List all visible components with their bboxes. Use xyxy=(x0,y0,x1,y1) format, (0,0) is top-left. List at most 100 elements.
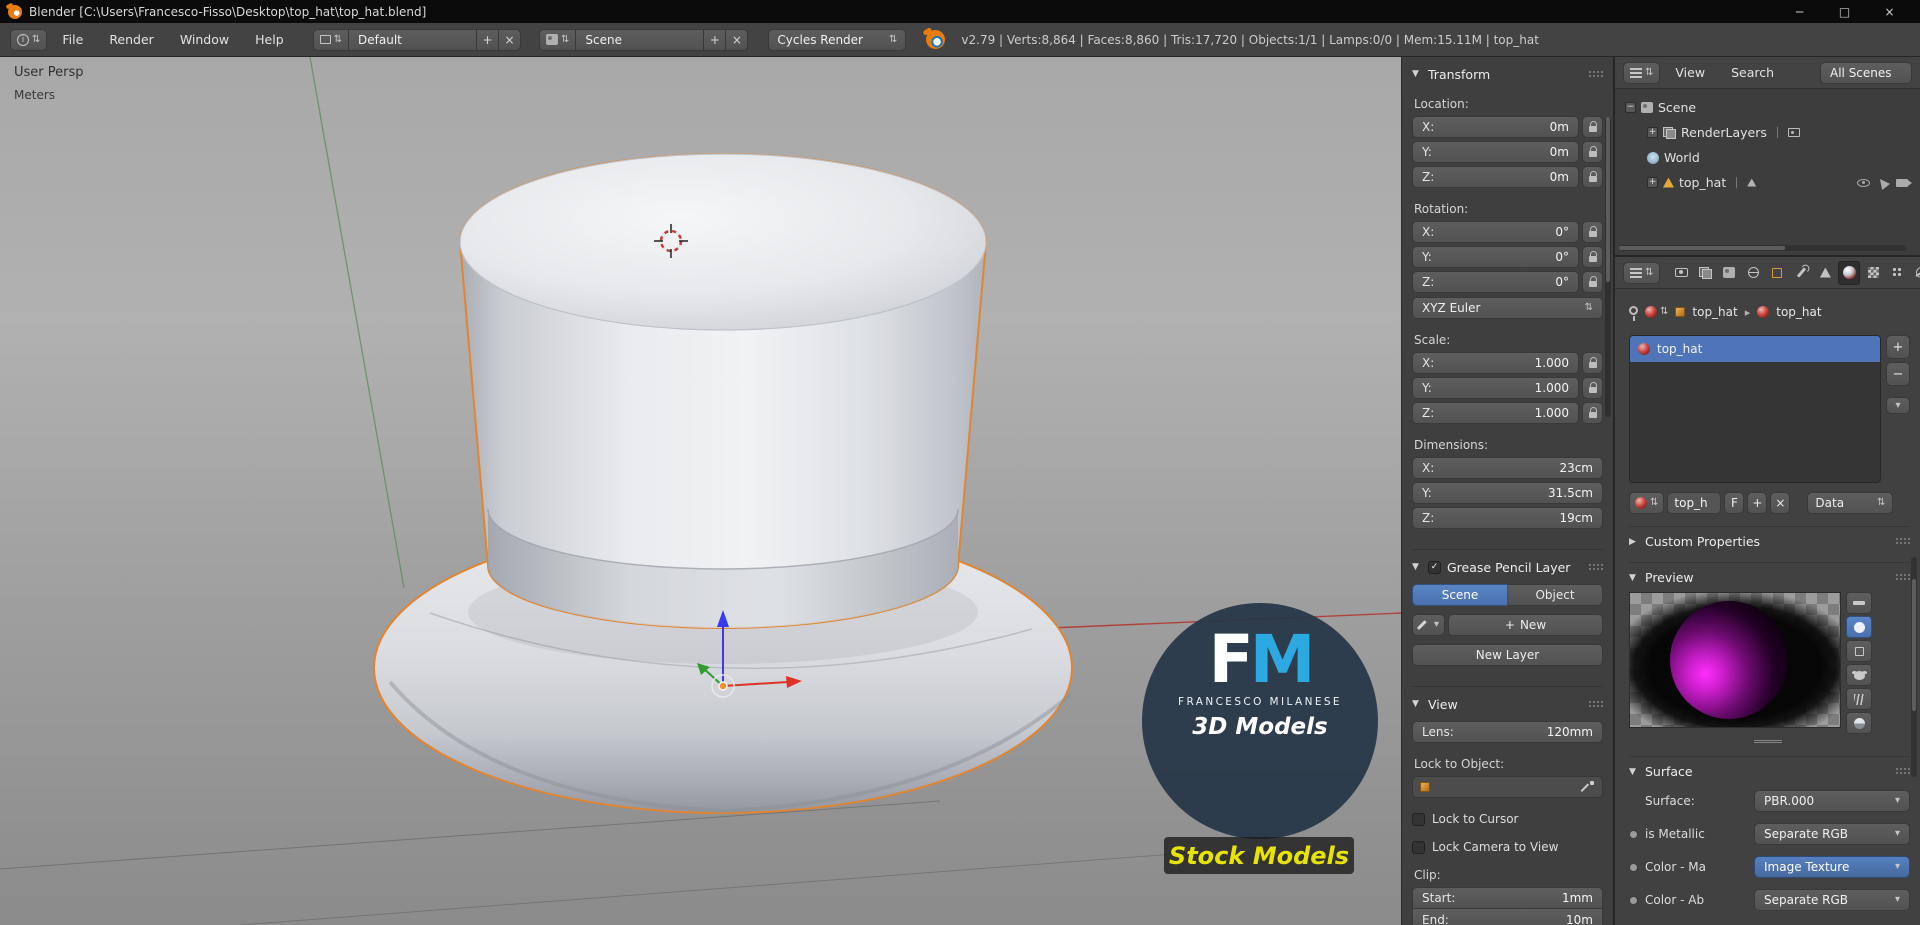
lock-location-x-button[interactable] xyxy=(1582,116,1603,138)
add-scene-button[interactable]: + xyxy=(704,29,726,51)
eyedropper-icon[interactable] xyxy=(1582,781,1595,794)
add-screen-button[interactable]: + xyxy=(477,29,499,51)
outliner-scrollbar[interactable] xyxy=(1619,245,1906,251)
render-engine-dropdown[interactable]: Cycles Render ⇅ xyxy=(768,29,906,51)
delete-screen-button[interactable]: × xyxy=(499,29,521,51)
tab-render[interactable] xyxy=(1670,261,1692,285)
slot-specials-button[interactable]: ▾ xyxy=(1886,397,1910,414)
panel-grip-icon[interactable] xyxy=(1895,767,1910,776)
unlink-material-button[interactable]: × xyxy=(1770,492,1790,514)
material-slot-list[interactable]: top_hat xyxy=(1629,335,1881,483)
custom-properties-header[interactable]: ▶ Custom Properties xyxy=(1629,526,1910,550)
panel-grip-icon[interactable] xyxy=(1895,573,1910,582)
tab-particles[interactable] xyxy=(1886,261,1908,285)
panel-grip-icon[interactable] xyxy=(1588,563,1603,572)
lock-camera-checkbox[interactable] xyxy=(1412,841,1425,854)
lock-scale-z-button[interactable] xyxy=(1582,402,1603,424)
pin-icon[interactable] xyxy=(1629,306,1638,315)
preview-sky-button[interactable] xyxy=(1846,712,1872,734)
fake-user-button[interactable]: F xyxy=(1724,492,1744,514)
preview-hair-button[interactable] xyxy=(1846,688,1872,710)
tab-object-data[interactable] xyxy=(1814,261,1836,285)
dimension-y-field[interactable]: Y:31.5cm xyxy=(1412,482,1603,504)
new-layer-button[interactable]: New Layer xyxy=(1412,644,1603,666)
lock-rotation-y-button[interactable] xyxy=(1582,246,1603,268)
tab-object[interactable]: Object xyxy=(1508,584,1603,606)
breadcrumb-material[interactable]: top_hat xyxy=(1776,305,1821,319)
expand-box-icon[interactable]: + xyxy=(1647,127,1658,138)
outliner-item-top-hat[interactable]: + top_hat xyxy=(1625,170,1916,195)
editor-type-button[interactable]: i ⇅ xyxy=(10,29,47,51)
panel-grip-icon[interactable] xyxy=(1588,700,1603,709)
rotation-y-field[interactable]: Y:0° xyxy=(1412,246,1579,268)
top-hat-object[interactable] xyxy=(374,154,1072,813)
lock-location-y-button[interactable] xyxy=(1582,141,1603,163)
preview-resize-handle[interactable] xyxy=(1754,739,1782,744)
tab-object[interactable] xyxy=(1766,261,1788,285)
display-mode-dropdown[interactable]: All Scenes xyxy=(1820,62,1912,84)
expand-box-icon[interactable]: + xyxy=(1647,177,1658,188)
maximize-button[interactable]: □ xyxy=(1822,0,1867,23)
tab-scene[interactable] xyxy=(1718,261,1740,285)
lens-slider[interactable]: Lens:120mm xyxy=(1412,721,1603,743)
editor-type-button[interactable]: ⇅ xyxy=(1623,62,1660,84)
material-slot-item[interactable]: top_hat xyxy=(1630,336,1880,362)
color-map-input-dropdown[interactable]: Image Texture ▾ xyxy=(1754,856,1910,878)
npanel-scrollbar[interactable] xyxy=(1605,117,1611,417)
lock-rotation-x-button[interactable] xyxy=(1582,221,1603,243)
lock-scale-y-button[interactable] xyxy=(1582,377,1603,399)
browse-context-button[interactable]: ⇅ xyxy=(1645,306,1668,318)
panel-grip-icon[interactable] xyxy=(1895,537,1910,546)
outliner-view-menu[interactable]: View xyxy=(1664,65,1716,80)
selectability-cursor-icon[interactable] xyxy=(1876,175,1890,189)
collapse-box-icon[interactable]: − xyxy=(1625,102,1636,113)
editor-type-button[interactable]: ⇅ xyxy=(1623,262,1660,284)
surface-shader-dropdown[interactable]: PBR.000 ▾ xyxy=(1754,790,1910,812)
scale-x-field[interactable]: X:1.000 xyxy=(1412,352,1579,374)
viewport-3d[interactable]: User Persp Meters FM FRANCESCO MILANESE … xyxy=(0,57,1615,925)
location-z-field[interactable]: Z:0m xyxy=(1412,166,1579,188)
outliner-item-scene[interactable]: − Scene xyxy=(1625,95,1916,120)
location-x-field[interactable]: X:0m xyxy=(1412,116,1579,138)
screen-layout-name[interactable]: Default xyxy=(349,29,477,51)
scale-z-field[interactable]: Z:1.000 xyxy=(1412,402,1579,424)
link-data-button[interactable]: Data ⇅ xyxy=(1807,492,1893,514)
clip-start-field[interactable]: Start:1mm xyxy=(1412,887,1603,909)
location-y-field[interactable]: Y:0m xyxy=(1412,141,1579,163)
preview-monkey-button[interactable] xyxy=(1846,664,1872,686)
outliner-item-world[interactable]: World xyxy=(1625,145,1916,170)
menu-window[interactable]: Window xyxy=(169,32,240,47)
browse-scenes-button[interactable]: ⇅ xyxy=(539,29,576,51)
menu-help[interactable]: Help xyxy=(244,32,295,47)
tab-material[interactable] xyxy=(1838,261,1860,285)
remove-slot-button[interactable]: − xyxy=(1886,362,1910,386)
metallic-input-dropdown[interactable]: Separate RGB ▾ xyxy=(1754,823,1910,845)
material-name-field[interactable]: top_h xyxy=(1667,492,1721,514)
clip-end-field[interactable]: End:10m xyxy=(1412,909,1603,925)
grease-pencil-panel-header[interactable]: ▼ ✓ Grease Pencil Layer xyxy=(1412,558,1603,576)
lock-to-object-field[interactable] xyxy=(1412,776,1603,798)
transform-panel-header[interactable]: ▼ Transform xyxy=(1412,65,1603,83)
rotation-mode-dropdown[interactable]: XYZ Euler ⇅ xyxy=(1412,297,1603,319)
browse-screens-button[interactable]: ⇅ xyxy=(313,29,349,51)
outliner-item-renderlayers[interactable]: + RenderLayers xyxy=(1625,120,1916,145)
renderability-camera-icon[interactable] xyxy=(1896,179,1908,187)
lock-scale-x-button[interactable] xyxy=(1582,352,1603,374)
delete-scene-button[interactable]: × xyxy=(726,29,748,51)
tab-physics[interactable] xyxy=(1910,261,1920,285)
preview-panel-header[interactable]: ▼ Preview xyxy=(1629,562,1910,586)
scene-name[interactable]: Scene xyxy=(576,29,704,51)
menu-file[interactable]: File xyxy=(51,32,94,47)
outliner-search-menu[interactable]: Search xyxy=(1720,65,1785,80)
rotation-x-field[interactable]: X:0° xyxy=(1412,221,1579,243)
lock-to-cursor-checkbox[interactable] xyxy=(1412,813,1425,826)
color-ab-input-dropdown[interactable]: Separate RGB ▾ xyxy=(1754,889,1910,911)
add-slot-button[interactable]: + xyxy=(1886,335,1910,359)
browse-material-button[interactable]: ⇅ xyxy=(1629,492,1664,514)
grease-pencil-checkbox[interactable]: ✓ xyxy=(1428,561,1441,574)
tab-render-layers[interactable] xyxy=(1694,261,1716,285)
tab-scene[interactable]: Scene xyxy=(1412,584,1508,606)
rotation-z-field[interactable]: Z:0° xyxy=(1412,271,1579,293)
preview-flat-button[interactable] xyxy=(1846,592,1872,614)
new-material-button[interactable]: + xyxy=(1747,492,1767,514)
